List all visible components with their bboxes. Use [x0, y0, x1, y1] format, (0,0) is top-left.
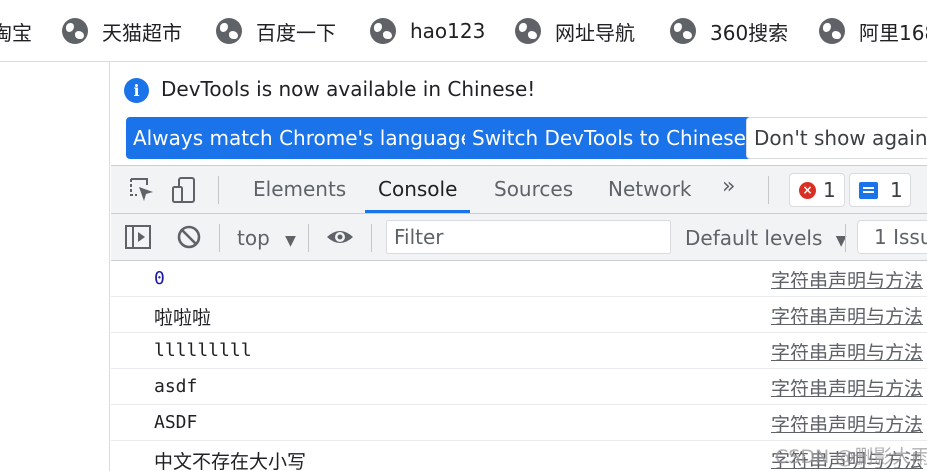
bookmark-1688[interactable]: 阿里1688	[819, 14, 927, 48]
bookmark-label: hao123	[410, 19, 486, 43]
device-toolbar-icon[interactable]	[169, 175, 199, 205]
bookmark-label: 天猫超市	[102, 20, 182, 45]
message-count-badge[interactable]: 1	[849, 173, 911, 207]
error-count-badge[interactable]: × 1	[789, 173, 845, 207]
console-toolbar: top ▼ Filter Default levels ▼ 1 Issue	[111, 214, 927, 261]
bookmark-label: 360搜索	[710, 20, 789, 45]
bookmark-label: 淘宝	[0, 20, 32, 45]
source-link[interactable]: 字符串声明与方法	[771, 266, 923, 293]
console-value: 0	[154, 268, 165, 289]
console-value: 中文不存在大小写	[154, 451, 307, 471]
always-match-language-button[interactable]: Always match Chrome's language	[126, 117, 480, 159]
dropdown-arrow-icon: ▼	[285, 233, 296, 249]
inspect-element-icon[interactable]	[127, 175, 157, 205]
console-value: 啦啦啦	[154, 307, 212, 329]
divider	[845, 224, 846, 252]
source-link[interactable]: 字符串声明与方法	[771, 374, 923, 401]
message-icon	[859, 182, 878, 199]
filter-input[interactable]: Filter	[386, 220, 671, 254]
tab-console[interactable]: Console	[365, 166, 471, 213]
bookmark-label: 百度一下	[256, 20, 336, 45]
console-value: ASDF	[154, 412, 198, 433]
language-infobar: i DevTools is now available in Chinese! …	[111, 62, 927, 166]
console-row: 啦啦啦 字符串声明与方法	[111, 297, 927, 333]
globe-icon	[515, 18, 541, 44]
dont-show-again-button[interactable]: Don't show again	[746, 117, 927, 159]
issues-button[interactable]: 1 Issue	[857, 220, 927, 254]
log-levels-dropdown[interactable]: Default levels ▼	[685, 221, 847, 255]
console-row: 0 字符串声明与方法	[111, 261, 927, 297]
bookmark-label: 阿里1688	[859, 20, 927, 45]
page-viewport	[0, 62, 110, 471]
bookmark-baidu[interactable]: 百度一下	[216, 14, 336, 48]
tab-elements[interactable]: Elements	[253, 166, 346, 213]
bookmark-label: 网址导航	[555, 20, 635, 45]
console-value: asdf	[154, 376, 198, 397]
bookmarks-bar: 淘宝 天猫超市 百度一下 hao123 网址导航 360搜索 阿里1688	[0, 0, 927, 62]
clear-console-icon[interactable]	[174, 222, 204, 252]
devtools-panel: i DevTools is now available in Chinese! …	[111, 62, 927, 471]
console-output: 0 字符串声明与方法 啦啦啦 字符串声明与方法 lllllllll 字符串声明与…	[111, 261, 927, 471]
bookmark-nav[interactable]: 网址导航	[515, 14, 635, 48]
bookmark-360[interactable]: 360搜索	[670, 14, 788, 48]
source-link[interactable]: 字符串声明与方法	[771, 302, 923, 329]
more-tabs-icon[interactable]: »	[722, 174, 735, 199]
source-link[interactable]: 字符串声明与方法	[771, 410, 923, 437]
divider	[308, 224, 309, 252]
context-selector[interactable]: top ▼	[237, 221, 296, 255]
divider	[371, 224, 372, 252]
live-expression-eye-icon[interactable]	[325, 222, 355, 252]
globe-icon	[370, 18, 396, 44]
levels-label: Default levels	[685, 226, 823, 250]
sidebar-toggle-icon[interactable]	[123, 222, 153, 252]
infobar-message: DevTools is now available in Chinese!	[161, 77, 536, 101]
error-count: 1	[823, 178, 836, 202]
globe-icon	[670, 18, 696, 44]
globe-icon	[62, 18, 88, 44]
console-row: lllllllll 字符串声明与方法	[111, 333, 927, 369]
bookmark-taobao[interactable]: 淘宝	[0, 14, 32, 48]
watermark: CSDN @删影大雨	[775, 446, 927, 468]
context-label: top	[237, 226, 270, 250]
tab-network[interactable]: Network	[608, 166, 692, 213]
divider	[218, 176, 219, 204]
globe-icon	[216, 18, 242, 44]
divider	[219, 224, 220, 252]
message-count: 1	[890, 178, 903, 202]
switch-to-chinese-button[interactable]: Switch DevTools to Chinese	[465, 117, 753, 159]
error-icon: ×	[799, 182, 816, 199]
console-value: lllllllll	[154, 340, 252, 361]
devtools-tabbar: Elements Console Sources Network » × 1 1	[111, 166, 927, 214]
info-icon: i	[124, 78, 149, 103]
divider	[768, 176, 769, 204]
bookmark-hao123[interactable]: hao123	[370, 14, 485, 48]
tab-sources[interactable]: Sources	[494, 166, 573, 213]
globe-icon	[819, 18, 845, 44]
source-link[interactable]: 字符串声明与方法	[771, 338, 923, 365]
console-row: asdf 字符串声明与方法	[111, 369, 927, 405]
console-row: ASDF 字符串声明与方法	[111, 405, 927, 441]
bookmark-tmall[interactable]: 天猫超市	[62, 14, 182, 48]
